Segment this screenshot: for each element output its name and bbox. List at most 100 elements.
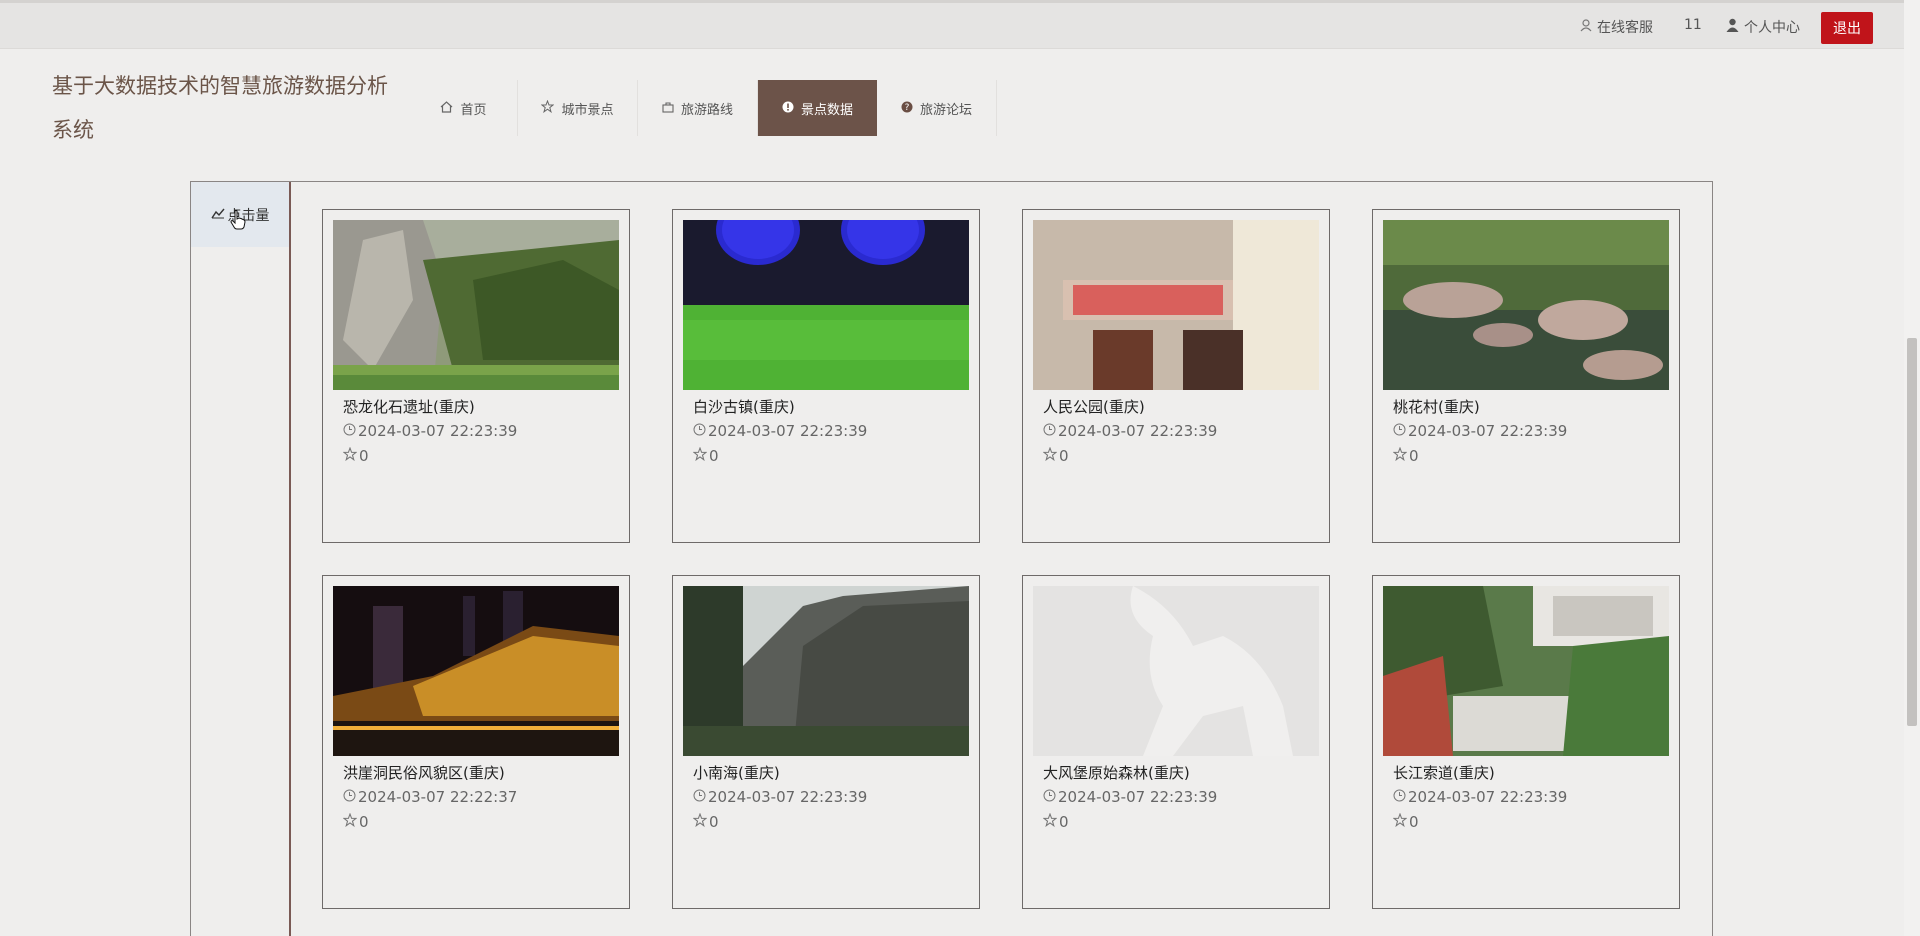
nav-travel-forum[interactable]: ? 旅游论坛: [877, 80, 997, 136]
attraction-card[interactable]: 桃花村(重庆) 2024-03-07 22:23:39 0: [1372, 209, 1680, 543]
top-bar: 在线客服 11 个人中心 退出: [0, 0, 1904, 49]
nav-city-attractions[interactable]: 城市景点: [518, 80, 638, 136]
attraction-time: 2024-03-07 22:23:39: [343, 422, 517, 440]
attraction-name: 长江索道(重庆): [1393, 764, 1495, 782]
online-service-label: 在线客服: [1597, 20, 1653, 36]
star-outline-icon: [1392, 812, 1408, 831]
attraction-card[interactable]: 小南海(重庆) 2024-03-07 22:23:39 0: [672, 575, 980, 909]
svg-text:?: ?: [905, 103, 910, 113]
attraction-time: 2024-03-07 22:22:37: [343, 788, 517, 806]
star-outline-icon: [1042, 446, 1058, 465]
attraction-card[interactable]: 长江索道(重庆) 2024-03-07 22:23:39 0: [1372, 575, 1680, 909]
chart-icon: [210, 207, 225, 223]
nav-home[interactable]: 首页: [410, 80, 518, 136]
nav-label: 城市景点: [561, 102, 614, 118]
clock-icon: [343, 422, 356, 440]
attraction-time: 2024-03-07 22:23:39: [1393, 422, 1567, 440]
time-text: 2024-03-07 22:23:39: [1058, 788, 1218, 806]
attraction-name: 白沙古镇(重庆): [693, 398, 795, 416]
attraction-favorites: 0: [342, 812, 369, 831]
sidebar: 点击量: [191, 182, 291, 936]
favorites-count: 0: [359, 447, 369, 465]
attraction-favorites: 0: [1392, 812, 1419, 831]
attraction-favorites: 0: [692, 446, 719, 465]
online-service-link[interactable]: 在线客服: [1580, 17, 1653, 37]
star-outline-icon: [1042, 812, 1058, 831]
attraction-time: 2024-03-07 22:23:39: [693, 422, 867, 440]
attraction-image: [683, 220, 969, 390]
clock-icon: [343, 788, 356, 806]
time-text: 2024-03-07 22:23:39: [1408, 788, 1568, 806]
favorites-count: 0: [709, 447, 719, 465]
favorites-count: 0: [1059, 447, 1069, 465]
star-outline-icon: [342, 446, 358, 465]
site-title: 基于大数据技术的智慧旅游数据分析系统: [52, 74, 388, 142]
favorites-count: 0: [1409, 813, 1419, 831]
attraction-time: 2024-03-07 22:23:39: [1043, 422, 1217, 440]
time-text: 2024-03-07 22:23:39: [358, 422, 518, 440]
time-text: 2024-03-07 22:23:39: [708, 788, 868, 806]
attraction-name: 人民公园(重庆): [1043, 398, 1145, 416]
star-outline-icon: [1392, 446, 1408, 465]
attraction-card[interactable]: 洪崖洞民俗风貌区(重庆) 2024-03-07 22:22:37 0: [322, 575, 630, 909]
alert-icon: [782, 101, 794, 116]
attraction-favorites: 0: [1042, 446, 1069, 465]
attraction-card[interactable]: 白沙古镇(重庆) 2024-03-07 22:23:39 0: [672, 209, 980, 543]
nav-attraction-data[interactable]: 景点数据: [758, 80, 877, 136]
user-icon: [1726, 18, 1739, 36]
time-text: 2024-03-07 22:23:39: [1408, 422, 1568, 440]
clock-icon: [1043, 422, 1056, 440]
star-outline-icon: [692, 812, 708, 831]
star-icon: [541, 99, 555, 116]
clock-icon: [1393, 422, 1406, 440]
attraction-name: 大风堡原始森林(重庆): [1043, 764, 1190, 782]
attraction-image: [1383, 586, 1669, 756]
time-text: 2024-03-07 22:22:37: [358, 788, 518, 806]
time-text: 2024-03-07 22:23:39: [1058, 422, 1218, 440]
favorites-count: 0: [359, 813, 369, 831]
clock-icon: [1043, 788, 1056, 806]
attraction-image: [683, 586, 969, 756]
user-center-label: 个人中心: [1744, 20, 1800, 36]
attraction-favorites: 0: [692, 812, 719, 831]
question-icon: ?: [901, 101, 913, 116]
favorites-count: 0: [1059, 813, 1069, 831]
attraction-name: 恐龙化石遗址(重庆): [343, 398, 475, 416]
nav-label: 旅游论坛: [919, 102, 972, 118]
attraction-favorites: 0: [1042, 812, 1069, 831]
attraction-favorites: 0: [1392, 446, 1419, 465]
nav-travel-routes[interactable]: 旅游路线: [638, 80, 758, 136]
attraction-card[interactable]: 恐龙化石遗址(重庆) 2024-03-07 22:23:39 0: [322, 209, 630, 543]
user-center-link[interactable]: 个人中心: [1726, 17, 1800, 37]
logout-button[interactable]: 退出: [1821, 12, 1873, 44]
nav-label: 景点数据: [800, 102, 853, 118]
attraction-image: [1383, 220, 1669, 390]
attraction-image: [1033, 220, 1319, 390]
attraction-time: 2024-03-07 22:23:39: [1043, 788, 1217, 806]
star-outline-icon: [692, 446, 708, 465]
favorites-count: 0: [1409, 447, 1419, 465]
attraction-time: 2024-03-07 22:23:39: [693, 788, 867, 806]
clock-icon: [693, 788, 706, 806]
attraction-name: 小南海(重庆): [693, 764, 780, 782]
hand-cursor-icon: [230, 210, 246, 230]
bag-icon: [662, 101, 674, 116]
notification-count[interactable]: 11: [1684, 17, 1702, 33]
scrollbar-thumb[interactable]: [1907, 338, 1917, 726]
attraction-image: [1033, 586, 1319, 756]
attraction-name: 桃花村(重庆): [1393, 398, 1480, 416]
star-outline-icon: [342, 812, 358, 831]
time-text: 2024-03-07 22:23:39: [708, 422, 868, 440]
person-outline-icon: [1580, 18, 1592, 36]
content-panel: 点击量 恐龙化石遗址(重庆) 2024-03-07 22:23:39 0 白沙古…: [190, 181, 1713, 936]
nav-label: 旅游路线: [680, 102, 733, 118]
attraction-name: 洪崖洞民俗风貌区(重庆): [343, 764, 505, 782]
home-icon: [440, 100, 453, 116]
favorites-count: 0: [709, 813, 719, 831]
main-nav: 首页 城市景点 旅游路线 景点数据 ? 旅游论坛: [410, 80, 997, 136]
attraction-image: [333, 220, 619, 390]
attraction-time: 2024-03-07 22:23:39: [1393, 788, 1567, 806]
clock-icon: [693, 422, 706, 440]
attraction-card[interactable]: 大风堡原始森林(重庆) 2024-03-07 22:23:39 0: [1022, 575, 1330, 909]
attraction-card[interactable]: 人民公园(重庆) 2024-03-07 22:23:39 0: [1022, 209, 1330, 543]
